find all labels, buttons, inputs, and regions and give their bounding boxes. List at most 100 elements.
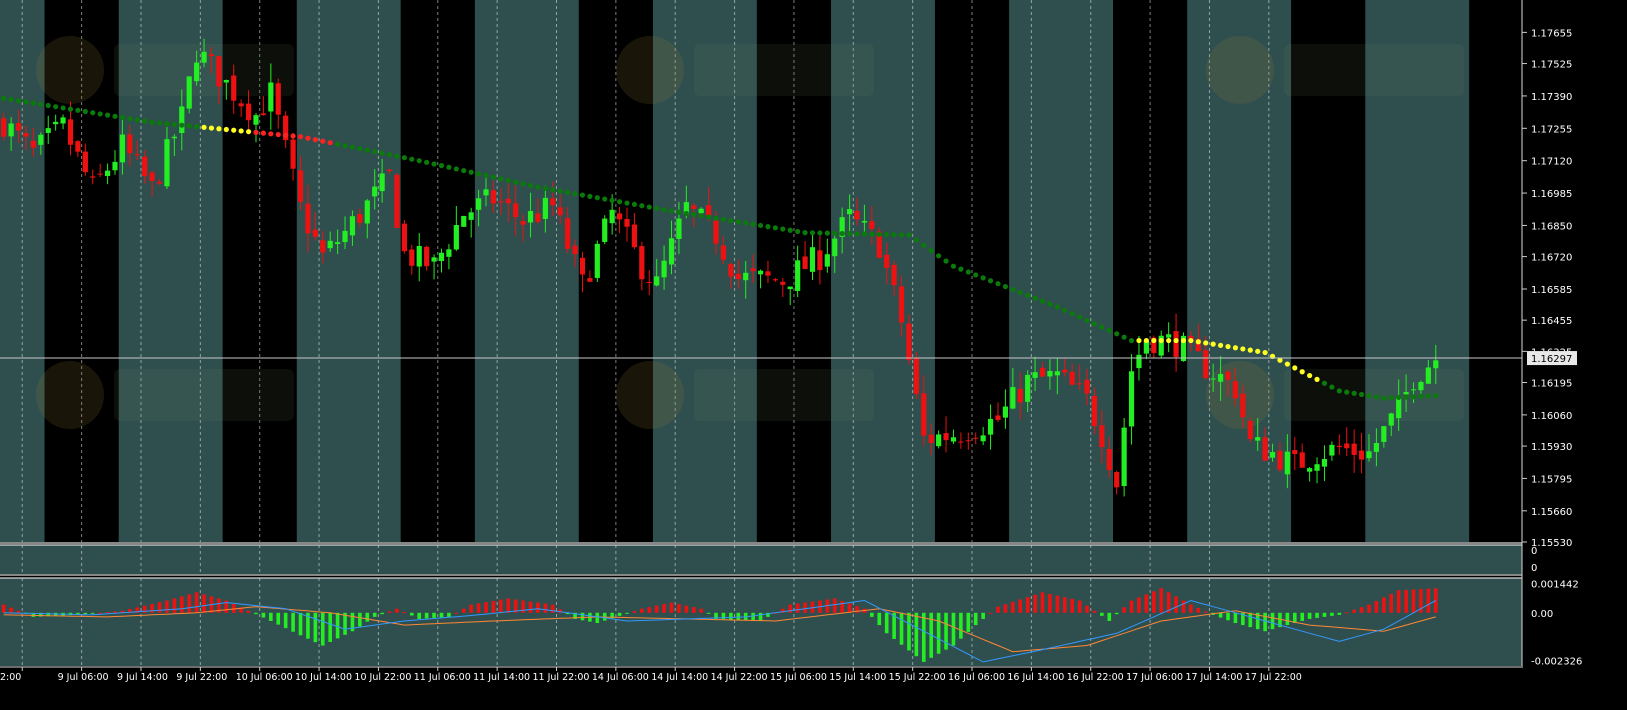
candle-body-14 (104, 170, 111, 177)
candle-body-121 (898, 286, 905, 323)
ma-dot-82 (609, 197, 615, 203)
candle-body-141 (1047, 370, 1053, 377)
ma-dot-139 (1032, 295, 1038, 301)
macd-bar-26 (194, 592, 199, 613)
price-tick-label-4: 1.17120 (1531, 157, 1572, 168)
candle-body-13 (97, 173, 103, 175)
candle-body-115 (854, 211, 860, 220)
ma-dot-67 (498, 176, 504, 182)
candle-body-60 (446, 249, 452, 257)
macd-bar-91 (677, 604, 681, 613)
macd-bar-189 (1404, 589, 1408, 613)
candle-body-4 (30, 140, 36, 148)
candle-body-183 (1358, 450, 1365, 460)
candle-body-66 (490, 190, 497, 204)
ma-dot-173 (1284, 361, 1290, 367)
macd-bar-66 (491, 600, 496, 613)
ma-dot-98 (728, 218, 734, 224)
candle-body-33 (245, 103, 252, 121)
ma-dot-118 (876, 231, 882, 237)
macd-bar-38 (283, 612, 288, 629)
candle-body-42 (312, 229, 318, 237)
macd-bar-33 (246, 610, 251, 613)
candle-body-18 (134, 154, 140, 156)
candle-body-134 (995, 415, 1001, 420)
macd-bar-49 (365, 612, 370, 622)
ma-dot-22 (164, 121, 170, 127)
ma-dot-15 (112, 113, 118, 119)
candle-body-192 (1425, 367, 1431, 384)
macd-bar-177 (1315, 612, 1319, 618)
candle-body-153 (1136, 354, 1142, 369)
ma-dot-186 (1381, 395, 1387, 401)
ma-dot-80 (594, 195, 600, 201)
macd-bar-127 (944, 612, 948, 650)
ma-dot-154 (1143, 337, 1149, 344)
macd-bar-63 (469, 604, 473, 613)
macd-bar-159 (1181, 600, 1186, 613)
macd-bar-106 (788, 604, 793, 613)
candle-body-52 (386, 169, 393, 172)
ma-dot-9 (67, 106, 74, 112)
candle-body-143 (1062, 369, 1068, 373)
candle-body-68 (505, 198, 511, 204)
ma-dot-104 (772, 225, 778, 231)
macd-bar-144 (1070, 598, 1074, 613)
macd-bar-93 (691, 607, 696, 613)
candle-body-173 (1284, 451, 1290, 475)
candle-body-136 (1010, 387, 1016, 409)
macd-bar-42 (313, 612, 318, 643)
candle-body-126 (936, 434, 942, 447)
time-tick-label-21: 17 Jul 22:00 (1245, 672, 1302, 683)
candle-body-71 (527, 211, 534, 223)
watermark-logo-4 (616, 361, 684, 429)
price-chart-svg[interactable]: 1.17655 1.17525 1.17390 1.17255 1.17120 1.169… (0, 0, 1627, 710)
ma-dot-162 (1203, 340, 1209, 346)
ma-dot-24 (179, 122, 185, 128)
candle-body-179 (1329, 444, 1335, 456)
macd-bar-175 (1300, 612, 1305, 621)
ma-dot-108 (802, 230, 808, 236)
macd-bar-141 (1048, 593, 1052, 613)
macd-bar-92 (684, 605, 689, 613)
ma-dot-57 (424, 159, 430, 165)
macd-bar-60 (447, 612, 451, 617)
candle-body-81 (602, 218, 608, 242)
ma-dot-133 (987, 278, 994, 284)
session-band-8 (1469, 0, 1522, 542)
ma-dot-112 (832, 230, 838, 236)
macd-bar-188 (1396, 590, 1401, 613)
candle-body-144 (1069, 371, 1075, 385)
ma-dot-159 (1180, 337, 1187, 344)
ma-dot-97 (720, 216, 727, 223)
candle-body-87 (646, 281, 652, 283)
ma-dot-0 (1, 95, 7, 101)
time-tick-label-18: 16 Jul 22:00 (1067, 672, 1124, 683)
candle-body-93 (691, 205, 697, 209)
macd-bar-140 (1040, 592, 1045, 613)
macd-bar-56 (417, 612, 422, 619)
ma-dot-46 (342, 143, 348, 149)
price-tick-label-14: 1.15795 (1531, 474, 1572, 485)
macd-bar-192 (1426, 588, 1431, 613)
candle-body-168 (1247, 420, 1253, 440)
candle-body-138 (1025, 374, 1031, 402)
time-tick-label-10: 14 Jul 06:00 (592, 672, 649, 683)
macd-bar-97 (721, 612, 726, 620)
ma-dot-149 (1106, 327, 1112, 334)
candle-body-114 (846, 209, 853, 215)
macd-bar-98 (729, 612, 733, 620)
macd-bar-147 (1092, 610, 1097, 613)
ma-dot-52 (386, 152, 393, 158)
candle-body-98 (728, 264, 734, 277)
ma-dot-55 (409, 156, 415, 162)
candle-body-124 (921, 393, 927, 436)
macd-bar-31 (231, 603, 236, 613)
macd-bar-72 (536, 602, 540, 613)
macd-bar-166 (1233, 612, 1238, 624)
time-tick-label-12: 14 Jul 22:00 (711, 672, 768, 683)
ma-dot-51 (379, 150, 385, 156)
candle-body-3 (23, 133, 29, 137)
macd-bar-68 (506, 598, 511, 613)
candle-body-23 (171, 136, 177, 139)
